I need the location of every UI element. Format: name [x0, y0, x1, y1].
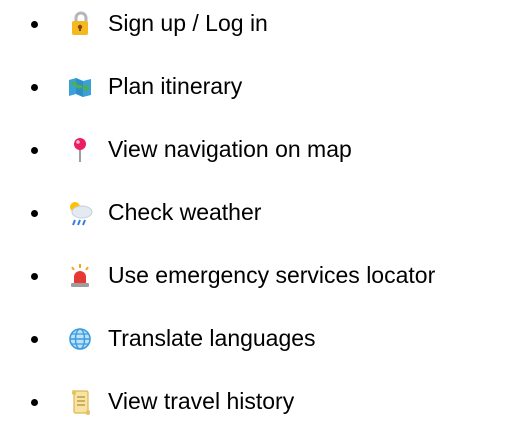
list-item: Translate languages — [0, 318, 516, 358]
feature-label: Use emergency services locator — [108, 262, 436, 288]
bullet-icon — [31, 147, 38, 154]
globe-icon — [65, 324, 95, 354]
list-item: Sign up / Log in — [0, 3, 516, 43]
feature-label: Sign up / Log in — [108, 10, 268, 36]
bullet-icon — [31, 273, 38, 280]
bullet-icon — [31, 210, 38, 217]
bullet-icon — [31, 84, 38, 91]
list-item: View navigation on map — [0, 129, 516, 169]
feature-label: Plan itinerary — [108, 73, 243, 99]
bullet-icon — [31, 21, 38, 28]
cloud-rain-icon — [65, 198, 95, 228]
bullet-icon — [31, 399, 38, 406]
feature-label: Check weather — [108, 199, 262, 225]
siren-icon — [65, 261, 95, 291]
list-item: Use emergency services locator — [0, 255, 516, 295]
location-pin-icon — [65, 135, 95, 165]
feature-label: View travel history — [108, 388, 295, 414]
feature-label: View navigation on map — [108, 136, 352, 162]
list-item: View travel history — [0, 381, 516, 421]
list-item: Check weather — [0, 192, 516, 232]
bullet-icon — [31, 336, 38, 343]
map-icon — [65, 72, 95, 102]
padlock-icon — [65, 9, 95, 39]
feature-label: Translate languages — [108, 325, 316, 351]
scroll-icon — [65, 387, 95, 417]
list-item: Plan itinerary — [0, 66, 516, 106]
